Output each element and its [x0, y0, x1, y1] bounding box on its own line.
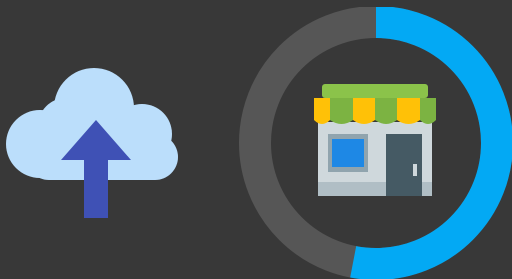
store-door-handle: [413, 164, 417, 176]
store-window: [332, 139, 364, 167]
cloud-upload-icon: [6, 66, 186, 218]
store-awning-top: [322, 84, 428, 98]
storefront-icon: [310, 84, 440, 196]
store-awning: [314, 98, 436, 124]
upload-screen: [0, 0, 512, 279]
